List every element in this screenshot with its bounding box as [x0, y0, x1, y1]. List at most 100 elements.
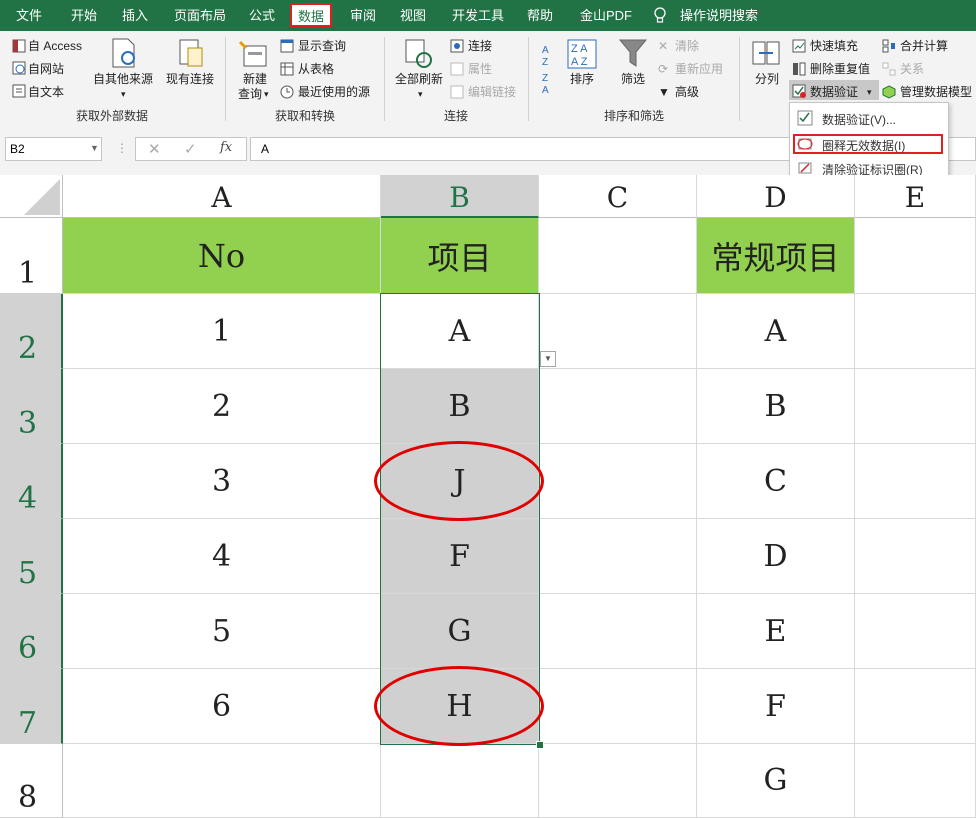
cell-a8[interactable] [63, 744, 381, 818]
tell-me-search[interactable]: 操作说明搜索 [680, 0, 758, 31]
cell-d1[interactable]: 常规项目 [697, 218, 855, 294]
validation-dropdown-arrow-icon[interactable]: ▼ [540, 351, 556, 367]
row-header-7[interactable]: 7 [0, 669, 63, 744]
insert-function-icon[interactable]: fx [220, 140, 232, 155]
cell-c5[interactable] [539, 519, 697, 594]
row-header-6[interactable]: 6 [0, 594, 63, 669]
cancel-icon[interactable]: ✕ [148, 140, 161, 158]
cell-e3[interactable] [855, 369, 976, 444]
sort-button[interactable]: 排序 [570, 71, 594, 87]
column-header-c[interactable]: C [539, 175, 697, 218]
cell-a4[interactable]: 3 [63, 444, 381, 519]
cell-d5[interactable]: D [697, 519, 855, 594]
cell-e2[interactable] [855, 294, 976, 369]
cell-d2[interactable]: A [697, 294, 855, 369]
tab-view[interactable]: 视图 [400, 0, 426, 31]
new-query-button[interactable]: 新建 [243, 71, 267, 87]
cell-a6[interactable]: 5 [63, 594, 381, 669]
cell-a3[interactable]: 2 [63, 369, 381, 444]
row-header-5[interactable]: 5 [0, 519, 63, 594]
column-header-d[interactable]: D [697, 175, 855, 218]
clear-filter-button[interactable]: 清除 [675, 38, 699, 54]
reapply-button[interactable]: 重新应用 [675, 61, 723, 77]
recent-sources-button[interactable]: 最近使用的源 [298, 84, 370, 100]
enter-icon[interactable]: ✓ [184, 140, 197, 158]
cell-e1[interactable] [855, 218, 976, 294]
from-text-button[interactable]: 自文本 [28, 84, 64, 100]
flash-fill-button[interactable]: 快速填充 [810, 38, 858, 54]
tab-developer[interactable]: 开发工具 [452, 0, 504, 31]
row-header-2[interactable]: 2 [0, 294, 63, 369]
cell-d8[interactable]: G [697, 744, 855, 818]
cell-a2[interactable]: 1 [63, 294, 381, 369]
menu-item-circle-invalid-data[interactable]: 圈释无效数据(I) [822, 137, 905, 154]
properties-button[interactable]: 属性 [468, 61, 492, 77]
row-header-3[interactable]: 3 [0, 369, 63, 444]
cell-e4[interactable] [855, 444, 976, 519]
row-header-4[interactable]: 4 [0, 444, 63, 519]
cell-b8[interactable] [381, 744, 539, 818]
tab-data[interactable]: 数据 [290, 3, 333, 27]
cell-d7[interactable]: F [697, 669, 855, 744]
edit-links-button[interactable]: 编辑链接 [468, 84, 516, 100]
cell-c7[interactable] [539, 669, 697, 744]
row-header-8[interactable]: 8 [0, 744, 63, 818]
text-to-columns-button[interactable]: 分列 [755, 71, 779, 87]
from-access-button[interactable]: 自 Access [28, 38, 82, 54]
other-sources-button[interactable]: 自其他来源 [93, 71, 153, 87]
cell-b6[interactable]: G [381, 594, 539, 669]
tab-kingsoft-pdf[interactable]: 金山PDF [580, 0, 632, 31]
cell-b2[interactable]: A [381, 294, 539, 369]
manage-data-model-button[interactable]: 管理数据模型 [900, 84, 972, 100]
data-validation-button[interactable]: 数据验证 [810, 84, 858, 100]
chevron-down-icon[interactable]: ▼ [90, 143, 99, 153]
advanced-filter-button[interactable]: 高级 [675, 84, 699, 100]
cell-c1[interactable] [539, 218, 697, 294]
consolidate-button[interactable]: 合并计算 [900, 38, 948, 54]
select-all-corner[interactable] [0, 175, 63, 218]
remove-duplicates-button[interactable]: 删除重复值 [810, 61, 870, 77]
column-header-b[interactable]: B [381, 175, 539, 218]
cell-b5[interactable]: F [381, 519, 539, 594]
cell-e6[interactable] [855, 594, 976, 669]
show-queries-button[interactable]: 显示查询 [298, 38, 346, 54]
cell-e5[interactable] [855, 519, 976, 594]
cell-b1[interactable]: 项目 [381, 218, 539, 294]
filter-button[interactable]: 筛选 [621, 71, 645, 87]
cell-a5[interactable]: 4 [63, 519, 381, 594]
cell-e8[interactable] [855, 744, 976, 818]
cell-a1[interactable]: No [63, 218, 381, 294]
tab-file[interactable]: 文件 [16, 0, 42, 31]
cell-b3[interactable]: B [381, 369, 539, 444]
existing-connections-button[interactable]: 现有连接 [166, 71, 214, 87]
name-box[interactable]: B2 [5, 137, 102, 161]
cell-e7[interactable] [855, 669, 976, 744]
cell-a7[interactable]: 6 [63, 669, 381, 744]
tab-help[interactable]: 帮助 [527, 0, 553, 31]
tab-home[interactable]: 开始 [71, 0, 97, 31]
row-header-1[interactable]: 1 [0, 218, 63, 294]
column-header-e[interactable]: E [855, 175, 976, 218]
tab-page-layout[interactable]: 页面布局 [174, 0, 226, 31]
refresh-all-button[interactable]: 全部刷新 [395, 71, 443, 87]
tab-insert[interactable]: 插入 [122, 0, 148, 31]
connections-button[interactable]: 连接 [468, 38, 492, 54]
menu-item-data-validation[interactable]: 数据验证(V)... [822, 111, 896, 128]
cell-d4[interactable]: C [697, 444, 855, 519]
group-label-connections: 连接 [444, 109, 469, 123]
cell-c3[interactable] [539, 369, 697, 444]
tab-formulas[interactable]: 公式 [249, 0, 275, 31]
column-header-a[interactable]: A [63, 175, 381, 218]
cell-d6[interactable]: E [697, 594, 855, 669]
cell-c2[interactable] [539, 294, 697, 369]
cell-d3[interactable]: B [697, 369, 855, 444]
tab-review[interactable]: 审阅 [350, 0, 376, 31]
from-table-button[interactable]: 从表格 [298, 61, 334, 77]
from-web-button[interactable]: 自网站 [28, 61, 64, 77]
fill-handle[interactable] [536, 741, 544, 749]
cell-c6[interactable] [539, 594, 697, 669]
cell-c8[interactable] [539, 744, 697, 818]
chevron-down-icon[interactable]: ▾ [867, 84, 872, 100]
cell-c4[interactable] [539, 444, 697, 519]
relationships-button[interactable]: 关系 [900, 61, 924, 77]
